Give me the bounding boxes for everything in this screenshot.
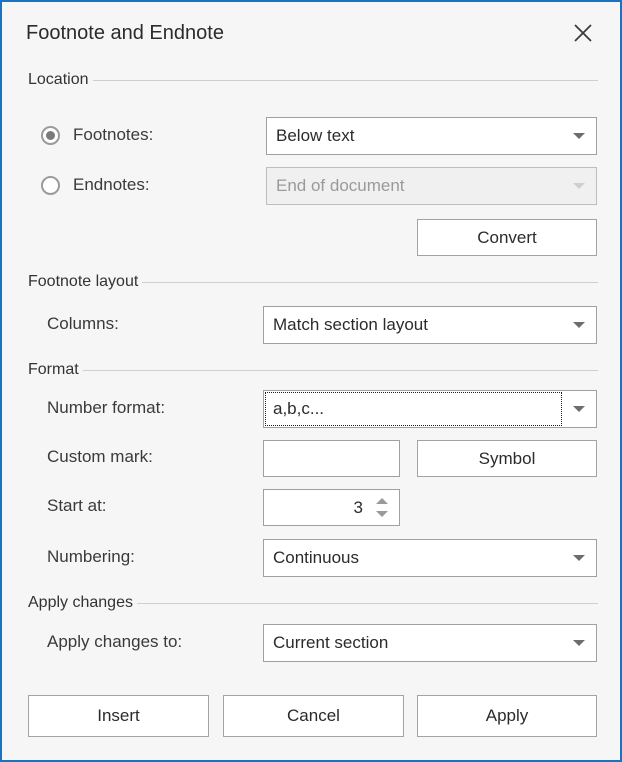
spinner-up-icon[interactable] <box>376 498 388 504</box>
start-at-value: 3 <box>353 497 363 517</box>
radio-footnotes[interactable]: Footnotes: <box>41 125 153 145</box>
footnotes-location-combo[interactable]: Below text <box>266 117 597 155</box>
columns-arrow[interactable] <box>562 322 596 328</box>
cancel-button[interactable]: Cancel <box>223 695 404 737</box>
number-format-arrow[interactable] <box>562 406 596 412</box>
apply-changes-to-arrow[interactable] <box>562 640 596 646</box>
radio-dot <box>46 130 55 140</box>
group-footnote-layout: Footnote layout <box>28 272 598 292</box>
chevron-down-icon <box>573 133 585 139</box>
group-location-label: Location <box>28 71 89 88</box>
insert-button[interactable]: Insert <box>28 695 209 737</box>
numbering-value: Continuous <box>273 548 360 567</box>
start-at-spinner[interactable]: 3 <box>263 489 400 526</box>
chevron-down-icon <box>573 406 585 412</box>
radio-endnotes[interactable]: Endnotes: <box>41 175 150 195</box>
convert-button[interactable]: Convert <box>417 219 597 256</box>
group-format: Format <box>28 360 598 380</box>
symbol-button[interactable]: Symbol <box>417 440 597 477</box>
dialog-titlebar: Footnote and Endnote <box>2 2 620 60</box>
chevron-down-icon <box>573 555 585 561</box>
columns-combo[interactable]: Match section layout <box>263 306 597 344</box>
radio-footnotes-indicator[interactable] <box>41 125 60 145</box>
group-apply-changes: Apply changes <box>28 593 598 613</box>
number-format-label: Number format: <box>47 398 166 417</box>
endnotes-location-arrow <box>562 183 596 189</box>
chevron-down-icon <box>573 640 585 646</box>
start-at-label: Start at: <box>47 496 107 515</box>
footnotes-location-arrow[interactable] <box>562 133 596 139</box>
chevron-down-icon <box>573 322 585 328</box>
columns-value: Match section layout <box>273 315 428 334</box>
number-format-value: a,b,c... <box>273 399 325 418</box>
start-at-arrows[interactable] <box>369 490 399 525</box>
chevron-down-icon <box>573 183 585 189</box>
close-button[interactable] <box>560 12 606 54</box>
group-format-label: Format <box>28 361 79 378</box>
group-apply-changes-label: Apply changes <box>28 594 133 611</box>
endnotes-location-value: End of document <box>276 176 405 195</box>
radio-footnotes-label: Footnotes: <box>73 125 154 144</box>
endnotes-location-combo: End of document <box>266 167 597 205</box>
custom-mark-label: Custom mark: <box>47 447 153 466</box>
dialog-title: Footnote and Endnote <box>26 22 224 44</box>
apply-changes-to-label: Apply changes to: <box>47 632 183 651</box>
custom-mark-input[interactable] <box>263 440 400 477</box>
group-footnote-layout-label: Footnote layout <box>28 273 139 290</box>
numbering-combo[interactable]: Continuous <box>263 539 597 577</box>
group-location: Location <box>28 70 598 90</box>
numbering-label: Numbering: <box>47 547 135 566</box>
spinner-down-icon[interactable] <box>376 511 388 517</box>
group-apply-changes-rule <box>136 602 598 604</box>
numbering-arrow[interactable] <box>562 555 596 561</box>
columns-label: Columns: <box>47 314 119 333</box>
group-location-rule <box>92 79 598 81</box>
apply-button[interactable]: Apply <box>417 695 597 737</box>
radio-endnotes-indicator[interactable] <box>41 175 60 195</box>
apply-changes-to-combo[interactable]: Current section <box>263 624 597 662</box>
footnotes-location-value: Below text <box>276 126 355 145</box>
close-icon <box>574 24 592 42</box>
apply-changes-to-value: Current section <box>273 633 389 652</box>
footnote-endnote-dialog: Footnote and Endnote Location Footnotes:… <box>0 0 622 762</box>
group-format-rule <box>82 369 598 371</box>
group-footnote-layout-rule <box>142 281 598 283</box>
radio-endnotes-label: Endnotes: <box>73 175 150 194</box>
number-format-combo[interactable]: a,b,c... <box>263 390 597 428</box>
